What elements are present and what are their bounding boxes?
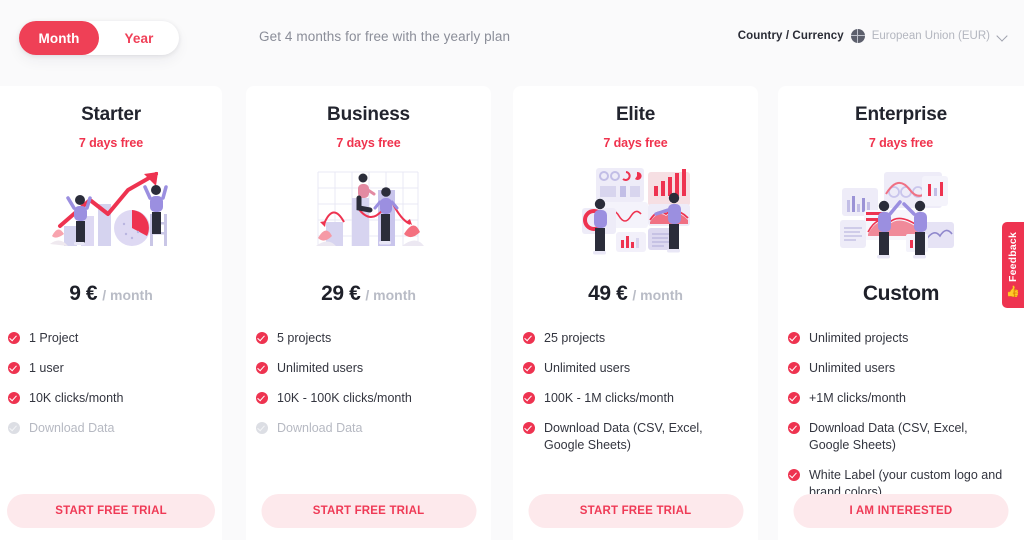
check-circle-disabled-icon [8, 422, 20, 434]
pricing-cards: Starter 7 days free 9 € / month 1 Projec… [0, 86, 1024, 540]
check-circle-icon [256, 332, 268, 344]
toggle-option-month[interactable]: Month [19, 21, 99, 55]
price-period: / month [102, 287, 153, 303]
feature-item: Download Data (CSV, Excel, Google Sheets… [788, 420, 1010, 454]
feature-item: Unlimited users [788, 360, 1010, 377]
feature-label: Download Data [29, 421, 115, 435]
feature-item: 10K clicks/month [8, 390, 208, 407]
feature-label: 1 user [29, 361, 64, 375]
thumbs-up-icon: 👍 [1006, 285, 1020, 298]
bar-chart-people-illustration [314, 164, 424, 260]
feature-label: Unlimited users [809, 361, 896, 375]
price-period: / month [365, 287, 416, 303]
feature-item: 1 Project [8, 330, 208, 347]
pricing-page: Month Year Get 4 months for free with th… [0, 0, 1024, 540]
country-currency-selector[interactable]: Country / Currency European Union (EUR) [738, 29, 1008, 43]
plan-name: Starter [81, 104, 141, 125]
feature-list: 1 Project 1 user 10K clicks/month Downlo… [0, 330, 222, 437]
check-circle-icon [256, 362, 268, 374]
check-circle-icon [788, 392, 800, 404]
plan-trial-badge: 7 days free [78, 136, 144, 150]
feature-label: +1M clicks/month [809, 391, 906, 405]
start-free-trial-button[interactable]: START FREE TRIAL [528, 494, 743, 528]
feature-item: 10K - 100K clicks/month [256, 390, 477, 407]
plan-price: 9 € / month [69, 282, 153, 308]
plan-trial-badge: 7 days free [336, 136, 401, 150]
feature-label: Download Data (CSV, Excel, Google Sheets… [544, 421, 703, 452]
feature-label: Unlimited projects [809, 331, 909, 345]
plan-name: Elite [615, 104, 656, 125]
check-circle-icon [8, 332, 20, 344]
growth-arrow-chart-illustration [46, 164, 176, 260]
check-circle-icon [523, 392, 535, 404]
feature-label: 25 projects [544, 331, 606, 345]
feature-list: 25 projects Unlimited users 100K - 1M cl… [513, 330, 758, 454]
check-circle-icon [523, 422, 535, 434]
price-period: / month [632, 287, 683, 303]
check-circle-icon [788, 362, 800, 374]
price-amount: 9 € [69, 282, 98, 305]
pricing-card-enterprise: Enterprise 7 days free Custom Unlimited … [778, 86, 1024, 540]
plan-price: Custom [862, 282, 940, 308]
price-amount: 49 € [588, 282, 628, 305]
feature-item: Unlimited users [256, 360, 477, 377]
feature-label: Download Data [277, 421, 363, 435]
feature-item: 100K - 1M clicks/month [523, 390, 744, 407]
plan-price: 29 € / month [321, 282, 416, 308]
plan-name: Enterprise [855, 104, 947, 125]
toggle-option-year[interactable]: Year [99, 21, 179, 55]
enterprise-dashboard-illustration [836, 164, 966, 260]
feature-label: Unlimited users [277, 361, 364, 375]
feature-label: 1 Project [29, 331, 79, 345]
billing-period-toggle[interactable]: Month Year [19, 21, 179, 55]
feature-item-disabled: Download Data [8, 420, 208, 437]
start-free-trial-button[interactable]: START FREE TRIAL [261, 494, 476, 528]
feature-label: 100K - 1M clicks/month [544, 391, 674, 405]
price-amount: 29 € [321, 282, 361, 305]
feature-item: Unlimited projects [788, 330, 1010, 347]
pricing-header: Month Year Get 4 months for free with th… [0, 0, 1024, 86]
chevron-down-icon[interactable] [997, 31, 1008, 42]
pricing-card-starter: Starter 7 days free 9 € / month 1 Projec… [0, 86, 222, 540]
pricing-card-business: Business 7 days free 29 € / month 5 proj… [246, 86, 491, 540]
check-circle-disabled-icon [256, 422, 268, 434]
feature-list: Unlimited projects Unlimited users +1M c… [778, 330, 1024, 501]
plan-trial-badge: 7 days free [603, 136, 668, 150]
feature-label: Download Data (CSV, Excel, Google Sheets… [809, 421, 968, 452]
feature-item: 1 user [8, 360, 208, 377]
i-am-interested-button[interactable]: I AM INTERESTED [793, 494, 1009, 528]
globe-icon [850, 29, 865, 43]
start-free-trial-button[interactable]: START FREE TRIAL [7, 494, 215, 528]
feature-label: 10K clicks/month [29, 391, 124, 405]
pricing-card-elite: Elite 7 days free 49 € / month 25 projec… [513, 86, 758, 540]
feature-item: +1M clicks/month [788, 390, 1010, 407]
check-circle-icon [788, 332, 800, 344]
analytics-dashboard-illustration [574, 164, 698, 260]
currency-label: Country / Currency [737, 30, 844, 42]
feature-label: 10K - 100K clicks/month [277, 391, 412, 405]
check-circle-icon [788, 469, 800, 481]
check-circle-icon [788, 422, 800, 434]
feature-item: Download Data (CSV, Excel, Google Sheets… [523, 420, 744, 454]
feature-item: 25 projects [523, 330, 744, 347]
check-circle-icon [256, 392, 268, 404]
check-circle-icon [523, 362, 535, 374]
feature-item: Unlimited users [523, 360, 744, 377]
check-circle-icon [8, 362, 20, 374]
feedback-label: Feedback [1007, 232, 1019, 283]
check-circle-icon [523, 332, 535, 344]
plan-trial-badge: 7 days free [868, 136, 934, 150]
feature-item-disabled: Download Data [256, 420, 477, 437]
check-circle-icon [8, 392, 20, 404]
promo-text: Get 4 months for free with the yearly pl… [259, 29, 511, 44]
price-custom: Custom [862, 282, 940, 305]
currency-value: European Union (EUR) [871, 30, 990, 42]
plan-name: Business [327, 104, 410, 125]
feature-label: Unlimited users [544, 361, 631, 375]
feedback-tab[interactable]: Feedback 👍 [1002, 222, 1024, 308]
feature-list: 5 projects Unlimited users 10K - 100K cl… [246, 330, 491, 437]
plan-price: 49 € / month [588, 282, 683, 308]
feature-label: 5 projects [277, 331, 332, 345]
feature-item: 5 projects [256, 330, 477, 347]
